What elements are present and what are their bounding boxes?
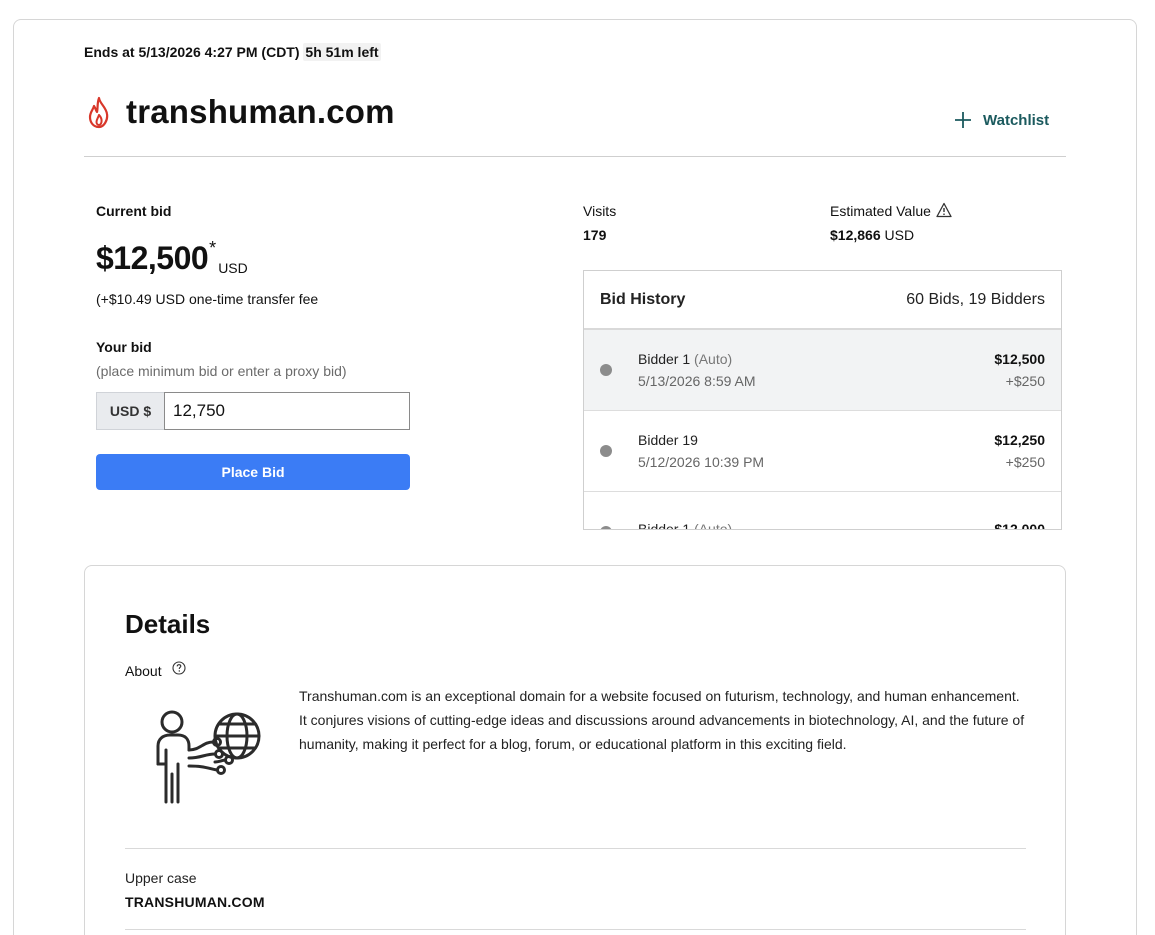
auto-tag: (Auto)	[694, 351, 733, 367]
your-bid-hint: (place minimum bid or enter a proxy bid)	[96, 363, 347, 379]
currency-prefix: USD $	[96, 392, 164, 430]
bid-history-row: Bidder 19 5/12/2026 10:39 PM $12,250 +$2…	[584, 411, 1061, 492]
auto-tag: (Auto)	[694, 521, 733, 530]
about-label: About	[125, 661, 186, 679]
visits-label: Visits	[583, 203, 617, 219]
current-bid-amount: $12,500 * USD	[96, 238, 248, 277]
bid-asterisk: *	[209, 238, 217, 258]
bid-history-count: 60 Bids, 19 Bidders	[906, 290, 1045, 308]
bid-history-panel[interactable]: Bid History 60 Bids, 19 Bidders Bidder 1…	[583, 270, 1062, 530]
bid-value: $12,000	[994, 521, 1045, 530]
estimated-amount: $12,866	[830, 227, 881, 243]
details-divider	[125, 848, 1026, 849]
upper-case-label: Upper case	[125, 870, 197, 886]
bid-history-header: Bid History 60 Bids, 19 Bidders	[584, 271, 1061, 330]
watchlist-button[interactable]: Watchlist	[953, 110, 1049, 130]
bid-value: $12,250	[994, 432, 1045, 448]
about-label-text: About	[125, 663, 162, 679]
watchlist-label: Watchlist	[983, 111, 1050, 129]
estimated-value-label: Estimated Value	[830, 202, 952, 219]
domain-name: transhuman.com	[126, 93, 395, 130]
bid-value: $12,500	[994, 351, 1045, 367]
person-globe-icon	[156, 710, 261, 804]
current-bid-label: Current bid	[96, 203, 172, 219]
bid-dot-icon	[600, 445, 612, 457]
bid-currency: USD	[218, 260, 248, 276]
bidder-label: Bidder 1	[638, 521, 691, 530]
transfer-fee-note: (+$10.49 USD one-time transfer fee	[96, 291, 319, 307]
details-card: Details About Transhuman.com is an excep…	[84, 565, 1066, 935]
bidder-label: Bidder 1	[638, 351, 691, 367]
domain-header: transhuman.com	[84, 88, 395, 136]
visits-value: 179	[583, 227, 607, 243]
bid-time: 5/13/2026 8:59 AM	[638, 373, 756, 389]
your-bid-label: Your bid	[96, 339, 152, 355]
bidder-name: Bidder 1 (Auto)	[638, 351, 994, 367]
upper-case-value: TRANSHUMAN.COM	[125, 894, 265, 910]
time-left-badge: 5h 51m left	[303, 43, 381, 61]
about-description: Transhuman.com is an exceptional domain …	[299, 688, 1025, 752]
bid-increment: +$250	[1005, 454, 1045, 470]
bid-history-row: Bidder 1 (Auto) $12,000	[584, 492, 1061, 530]
bid-history-title: Bid History	[600, 290, 686, 308]
bid-amount-input[interactable]	[164, 392, 410, 430]
ends-at-text: Ends at 5/13/2026 4:27 PM (CDT)	[84, 44, 300, 60]
bidder-label: Bidder 19	[638, 432, 698, 448]
estimated-value-text: Estimated Value	[830, 203, 931, 219]
bid-dot-icon	[600, 526, 612, 529]
help-icon[interactable]	[172, 661, 186, 675]
warning-icon[interactable]	[936, 202, 952, 218]
details-title: Details	[125, 609, 211, 639]
header-divider	[84, 156, 1066, 157]
estimated-value: $12,866 USD	[830, 227, 914, 243]
bid-history-row: Bidder 1 (Auto) 5/13/2026 8:59 AM $12,50…	[584, 330, 1061, 411]
plus-icon	[955, 112, 971, 128]
bid-amount-value: $12,500	[96, 240, 209, 276]
bid-time: 5/12/2026 10:39 PM	[638, 454, 765, 470]
bid-dot-icon	[600, 364, 612, 376]
details-divider	[125, 929, 1026, 930]
bid-increment: +$250	[1005, 373, 1045, 389]
bid-input-group: USD $	[96, 392, 410, 430]
flame-icon	[88, 96, 109, 129]
bidder-name: Bidder 19	[638, 432, 994, 448]
place-bid-button[interactable]: Place Bid	[96, 454, 410, 490]
auction-end-time: Ends at 5/13/2026 4:27 PM (CDT) 5h 51m l…	[84, 43, 381, 61]
estimated-currency: USD	[884, 227, 915, 243]
bidder-name: Bidder 1 (Auto)	[638, 521, 994, 530]
